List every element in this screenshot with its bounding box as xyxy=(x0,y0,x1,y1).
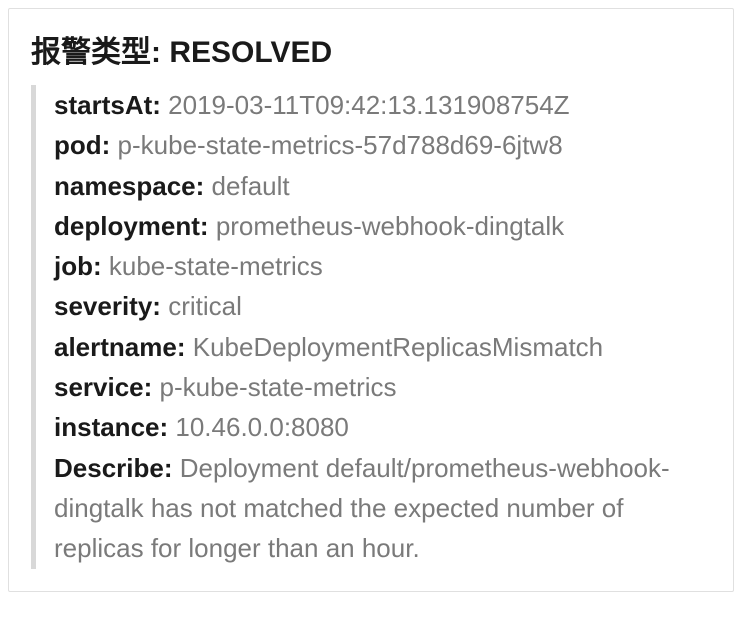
title-label: 报警类型: xyxy=(31,36,161,69)
field-value: p-kube-state-metrics xyxy=(160,372,397,402)
alert-fields: startsAt: 2019-03-11T09:42:13.131908754Z… xyxy=(31,85,711,569)
field-row: severity: critical xyxy=(54,286,711,326)
field-row: deployment: prometheus-webhook-dingtalk xyxy=(54,206,711,246)
field-label: severity: xyxy=(54,291,161,321)
field-label: alertname: xyxy=(54,332,186,362)
field-label: Describe: xyxy=(54,453,173,483)
field-row: alertname: KubeDeploymentReplicasMismatc… xyxy=(54,327,711,367)
field-value: prometheus-webhook-dingtalk xyxy=(216,211,564,241)
field-row: namespace: default xyxy=(54,166,711,206)
field-value: 10.46.0.0:8080 xyxy=(175,412,349,442)
field-value: 2019-03-11T09:42:13.131908754Z xyxy=(168,90,569,120)
field-value: KubeDeploymentReplicasMismatch xyxy=(193,332,603,362)
field-value: p-kube-state-metrics-57d788d69-6jtw8 xyxy=(118,130,563,160)
field-value: kube-state-metrics xyxy=(109,251,323,281)
field-value: default xyxy=(212,171,290,201)
field-label: instance: xyxy=(54,412,168,442)
field-label: job: xyxy=(54,251,102,281)
field-row: startsAt: 2019-03-11T09:42:13.131908754Z xyxy=(54,85,711,125)
field-row: instance: 10.46.0.0:8080 xyxy=(54,407,711,447)
alert-title: 报警类型: RESOLVED xyxy=(31,27,711,71)
field-label: pod: xyxy=(54,130,110,160)
field-label: deployment: xyxy=(54,211,209,241)
alert-card: 报警类型: RESOLVED startsAt: 2019-03-11T09:4… xyxy=(8,8,734,592)
field-label: startsAt: xyxy=(54,90,161,120)
field-row: job: kube-state-metrics xyxy=(54,246,711,286)
field-label: namespace: xyxy=(54,171,204,201)
field-row: pod: p-kube-state-metrics-57d788d69-6jtw… xyxy=(54,125,711,165)
title-value: RESOLVED xyxy=(169,36,332,69)
field-row: Describe: Deployment default/prometheus-… xyxy=(54,448,711,569)
field-row: service: p-kube-state-metrics xyxy=(54,367,711,407)
field-label: service: xyxy=(54,372,152,402)
field-value: critical xyxy=(168,291,242,321)
